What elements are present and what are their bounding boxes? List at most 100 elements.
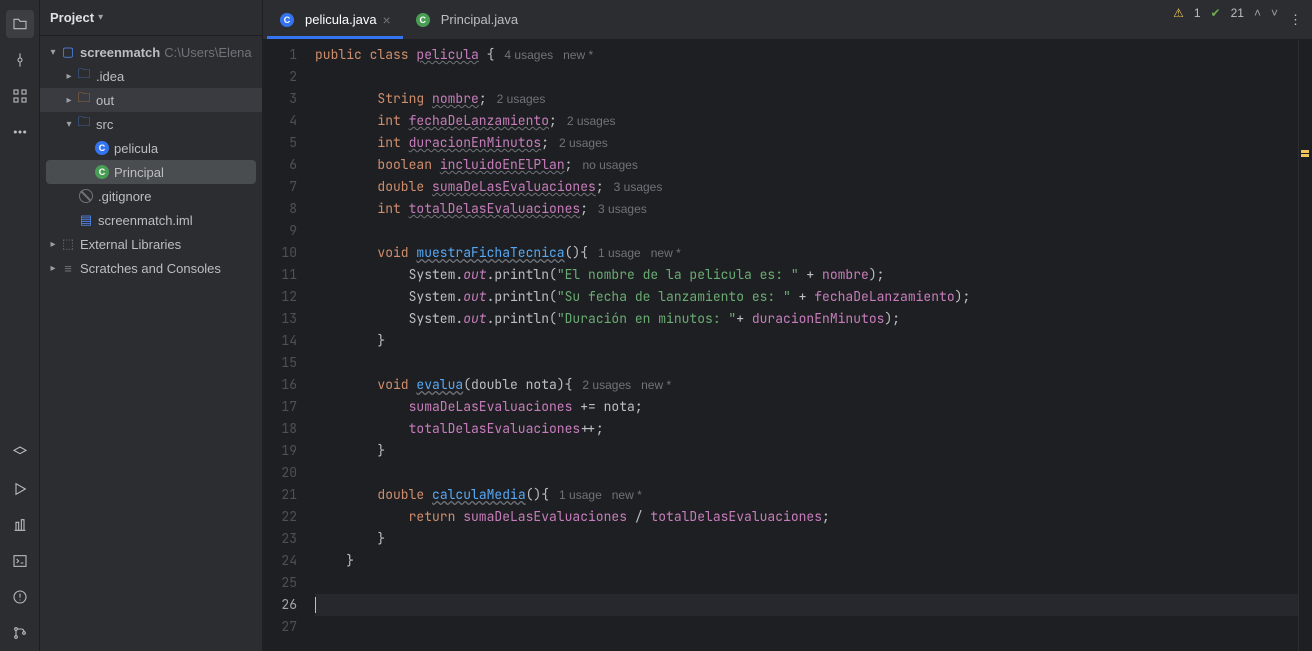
code-token: /	[627, 508, 650, 525]
warning-marker[interactable]	[1301, 154, 1309, 157]
run-tool-icon[interactable]	[6, 475, 34, 503]
more-tool-icon[interactable]	[6, 118, 34, 146]
warning-count: 1	[1194, 6, 1201, 20]
services-tool-icon[interactable]	[6, 439, 34, 467]
class-icon: C	[94, 141, 110, 155]
tree-src[interactable]: ▾ 🗀 src	[40, 112, 262, 136]
tree-path: C:\Users\Elena	[164, 45, 251, 60]
code-token: double	[315, 486, 432, 503]
code-token: public class	[315, 46, 416, 63]
vcs-tool-icon[interactable]	[6, 619, 34, 647]
code-token: "El nombre de la pelicula es: "	[557, 266, 799, 283]
tree-gitignore[interactable]: .gitignore	[40, 184, 262, 208]
tab-overflow-menu[interactable]: ⋮	[1279, 0, 1312, 39]
code-token: );	[869, 266, 885, 283]
chevron-down-icon: ▾	[46, 47, 60, 58]
tab-pelicula[interactable]: C pelicula.java ×	[267, 0, 403, 39]
commit-tool-icon[interactable]	[6, 46, 34, 74]
close-icon[interactable]: ×	[383, 12, 391, 28]
code-token: );	[884, 310, 900, 327]
code-token	[315, 398, 409, 415]
tree-label: External Libraries	[80, 237, 181, 252]
file-icon: ▤	[78, 212, 94, 228]
code-token: muestraFichaTecnica	[416, 244, 564, 261]
code-token: String	[315, 90, 432, 107]
code-token: fechaDeLanzamiento	[814, 288, 954, 305]
class-icon: C	[94, 165, 110, 179]
tree-file-pelicula[interactable]: C pelicula	[40, 136, 262, 160]
code-token: fechaDeLanzamiento	[409, 112, 549, 129]
code-token: {	[479, 46, 495, 63]
project-title: Project	[50, 10, 94, 25]
code-token: void	[315, 376, 416, 393]
library-icon: ⬚	[60, 236, 76, 252]
project-tool-icon[interactable]	[6, 10, 34, 38]
problems-tool-icon[interactable]	[6, 583, 34, 611]
tree-external[interactable]: ▸ ⬚ External Libraries	[40, 232, 262, 256]
code-token: duracionEnMinutos	[409, 134, 542, 151]
tree-label: screenmatch.iml	[98, 213, 193, 228]
tree-iml[interactable]: ▤ screenmatch.iml	[40, 208, 262, 232]
structure-tool-icon[interactable]	[6, 82, 34, 110]
tree-label: Principal	[114, 165, 164, 180]
code-token: nombre	[822, 266, 869, 283]
inlay-hint: 1 usage new *	[588, 246, 681, 260]
code-token: ;	[549, 112, 557, 129]
code-token: incluidoEnElPlan	[440, 156, 565, 173]
project-header[interactable]: Project ▾	[40, 0, 262, 36]
text-caret	[315, 597, 316, 613]
warning-marker[interactable]	[1301, 150, 1309, 153]
code-token: .println(	[487, 288, 557, 305]
code-token: (double nota){	[463, 376, 572, 393]
line-gutter: 1234567891011121314151617181920212223242…	[263, 40, 307, 651]
inlay-hint: 3 usages	[604, 180, 663, 194]
code-editor[interactable]: 1234567891011121314151617181920212223242…	[263, 40, 1312, 651]
code-token: ;	[479, 90, 487, 107]
code-token: +	[736, 310, 752, 327]
inlay-hint: no usages	[572, 158, 637, 172]
tree-file-principal[interactable]: C Principal	[46, 160, 256, 184]
tree-idea[interactable]: ▸ 🗀 .idea	[40, 64, 262, 88]
code-token: ++;	[580, 420, 603, 437]
inlay-hint: 2 usages new *	[572, 378, 671, 392]
code-token: "Duración en minutos: "	[557, 310, 736, 327]
build-tool-icon[interactable]	[6, 511, 34, 539]
code-token: .println(	[487, 310, 557, 327]
inspection-status[interactable]: ⚠1 ✔21 ˄ ˅	[1173, 6, 1278, 20]
chevron-down-icon[interactable]: ˅	[1271, 6, 1278, 20]
code-token: +	[799, 266, 822, 283]
tree-root[interactable]: ▾ ▢ screenmatch C:\Users\Elena	[40, 40, 262, 64]
project-tree: ▾ ▢ screenmatch C:\Users\Elena ▸ 🗀 .idea…	[40, 36, 262, 284]
error-stripe[interactable]	[1298, 40, 1312, 651]
folder-icon: 🗀	[76, 113, 92, 135]
chevron-up-icon[interactable]: ˄	[1254, 6, 1261, 20]
inlay-hint: 1 usage new *	[549, 488, 642, 502]
tree-label: Scratches and Consoles	[80, 261, 221, 276]
code-token: ;	[580, 200, 588, 217]
terminal-tool-icon[interactable]	[6, 547, 34, 575]
code-token: int	[315, 112, 409, 129]
code-token: "Su fecha de lanzamiento es: "	[557, 288, 791, 305]
code-token: duracionEnMinutos	[752, 310, 885, 327]
code-token: ;	[822, 508, 830, 525]
tab-principal[interactable]: C Principal.java	[403, 0, 530, 39]
ok-icon: ✔	[1211, 6, 1221, 20]
code-token: double	[315, 178, 432, 195]
ignore-icon	[78, 189, 94, 203]
class-icon: C	[279, 13, 295, 27]
code-token: out	[463, 266, 486, 283]
chevron-right-icon: ▸	[62, 71, 76, 82]
left-toolbar	[0, 0, 40, 651]
code-token: ;	[596, 178, 604, 195]
tree-scratches[interactable]: ▸ ≡ Scratches and Consoles	[40, 256, 262, 280]
warning-icon: ⚠	[1173, 6, 1184, 20]
editor-tabs: C pelicula.java × C Principal.java ⋮	[263, 0, 1312, 40]
code-token: totalDelasEvaluaciones	[409, 200, 581, 217]
code-token: totalDelasEvaluaciones	[650, 508, 822, 525]
tree-label: out	[96, 93, 114, 108]
code-token: +	[791, 288, 814, 305]
main-area: C pelicula.java × C Principal.java ⋮ ⚠ 1 …	[263, 0, 1312, 651]
tree-out[interactable]: ▸ 🗀 out	[40, 88, 262, 112]
code-token: System.	[315, 288, 463, 305]
code-area[interactable]: public class pelicula { 4 usages new * S…	[307, 40, 1298, 651]
